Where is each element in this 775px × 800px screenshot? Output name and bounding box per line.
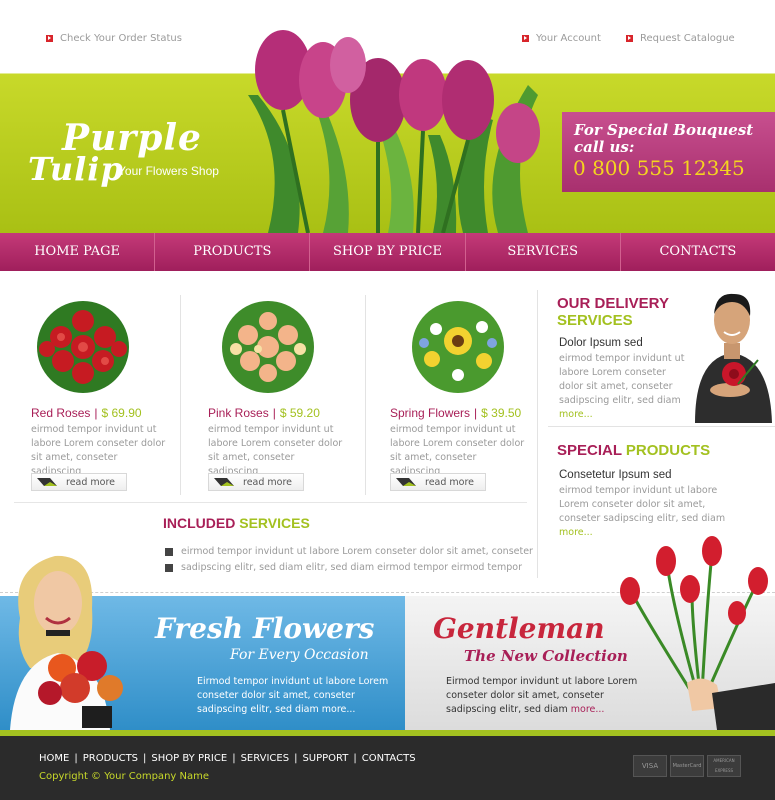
product-price: $ 59.20 [279, 406, 320, 420]
special-more-link[interactable]: more... [559, 527, 593, 538]
product-divider [365, 295, 366, 495]
request-catalogue-label: Request Catalogue [640, 33, 735, 44]
product-description: eirmod tempor invidunt ut labore Lorem c… [31, 424, 166, 477]
read-more-button[interactable]: read more [390, 473, 486, 491]
nav-shop-by-price[interactable]: SHOP BY PRICE [310, 233, 466, 271]
gentleman-more-link[interactable]: more... [571, 704, 605, 715]
delivery-more-link[interactable]: more... [559, 409, 593, 420]
tulip-bouquet-image [248, 30, 540, 233]
fresh-flowers-more-link[interactable]: more... [322, 704, 356, 715]
included-service-text: sadipscing elitr, sed diam elitr, sed di… [181, 562, 523, 573]
fresh-flowers-title: Fresh Flowers [155, 612, 375, 645]
special-heading-part-b: PRODUCTS [625, 442, 711, 459]
product-pink-roses-title[interactable]: Pink Roses | $ 59.20 [208, 406, 320, 420]
tulips-in-hand-image [620, 536, 775, 730]
delivery-description: eirmod tempor invidunt ut labore Lorem c… [559, 352, 691, 422]
footer-link-contacts[interactable]: CONTACTS [362, 753, 416, 764]
product-red-roses-title[interactable]: Red Roses | $ 69.90 [31, 406, 142, 420]
included-service-item: sadipscing elitr, sed diam elitr, sed di… [165, 562, 522, 573]
product-divider [180, 295, 181, 495]
read-more-label: read more [243, 477, 293, 488]
footer-link-products[interactable]: PRODUCTS [83, 753, 138, 764]
footer-link-shop-by-price[interactable]: SHOP BY PRICE [151, 753, 227, 764]
spring-flowers-image[interactable] [408, 299, 508, 395]
nav-home[interactable]: HOME PAGE [0, 233, 156, 271]
gentleman-title: Gentleman [433, 612, 605, 645]
nav-contacts[interactable]: CONTACTS [621, 233, 775, 271]
read-more-arrow-icon [214, 478, 234, 486]
product-name: Red Roses [31, 406, 91, 420]
call-line-1: For Special Bouquest [574, 121, 754, 139]
fresh-flowers-subtitle: For Every Occasion [230, 647, 369, 663]
product-name: Spring Flowers [390, 406, 471, 420]
gentleman-text-body: Eirmod tempor invidunt ut labore Lorem c… [446, 676, 638, 715]
read-more-label: read more [425, 477, 475, 488]
footer-link-support[interactable]: SUPPORT [302, 753, 348, 764]
delivery-description-text: eirmod tempor invidunt ut labore Lorem c… [559, 353, 685, 406]
order-status-label: Check Your Order Status [60, 33, 182, 44]
footer-nav: HOME | PRODUCTS | SHOP BY PRICE | SERVICES |… [39, 753, 416, 764]
section-divider [14, 502, 527, 503]
arrow-bullet-icon [46, 35, 53, 42]
pink-roses-image[interactable] [218, 299, 318, 395]
special-subtitle: Consetetur Ipsum sed [559, 469, 672, 481]
order-status-link[interactable]: Check Your Order Status [46, 33, 182, 44]
footer-link-home[interactable]: HOME [39, 753, 69, 764]
request-catalogue-link[interactable]: Request Catalogue [626, 33, 735, 44]
red-roses-image[interactable] [33, 299, 133, 395]
read-more-arrow-icon [37, 478, 57, 486]
included-service-text: eirmod tempor invidunt ut labore Lorem c… [181, 546, 533, 557]
product-description: eirmod tempor invidunt ut labore Lorem c… [390, 424, 525, 477]
included-service-item: eirmod tempor invidunt ut labore Lorem c… [165, 546, 533, 557]
special-description-text: eirmod tempor invidunt ut labore Lorem c… [559, 485, 726, 524]
delivery-heading-line1: OUR DELIVERY [557, 295, 669, 312]
phone-number: 0 800 555 12345 [573, 156, 745, 180]
bullet-arrow-icon [165, 563, 173, 572]
read-more-arrow-icon [396, 478, 416, 486]
copyright: Copyright © Your Company Name [39, 771, 209, 782]
footer-link-services[interactable]: SERVICES [241, 753, 290, 764]
read-more-button[interactable]: read more [208, 473, 304, 491]
right-column-hdivider [548, 426, 775, 427]
nav-services[interactable]: SERVICES [466, 233, 621, 271]
logo-tagline: Your Flowers Shop [118, 164, 219, 178]
visa-card-icon: VISA [633, 755, 667, 777]
logo-word-tulip: Tulip [28, 150, 124, 188]
delivery-heading-services: SERVICES [557, 312, 633, 329]
product-description: eirmod tempor invidunt ut labore Lorem c… [208, 424, 343, 477]
read-more-button[interactable]: read more [31, 473, 127, 491]
delivery-subtitle: Dolor Ipsum sed [559, 337, 643, 349]
call-line-2: call us: [574, 138, 635, 156]
fresh-flowers-text: Eirmod tempor invidunt ut labore Lorem c… [197, 675, 397, 717]
read-more-label: read more [66, 477, 116, 488]
delivery-heading-line2: SERVICES [557, 312, 633, 329]
bullet-arrow-icon [165, 547, 173, 556]
nav-products[interactable]: PRODUCTS [155, 233, 311, 271]
heading-part-b: SERVICES [239, 515, 310, 531]
heading-part-a: INCLUDED [163, 515, 236, 531]
delivery-man-image [695, 293, 772, 423]
right-column-divider [537, 290, 538, 578]
special-heading-part-a: SPECIAL [557, 442, 622, 459]
product-price: $ 69.90 [101, 406, 142, 420]
arrow-bullet-icon [626, 35, 633, 42]
woman-with-flowers-image [10, 555, 123, 730]
product-spring-flowers-title[interactable]: Spring Flowers | $ 39.50 [390, 406, 521, 420]
special-products-heading: SPECIAL PRODUCTS [557, 442, 710, 459]
gentleman-subtitle: The New Collection [464, 647, 628, 665]
product-name: Pink Roses [208, 406, 269, 420]
main-nav: HOME PAGE PRODUCTS SHOP BY PRICE SERVICE… [0, 233, 775, 271]
product-price: $ 39.50 [481, 406, 522, 420]
mastercard-icon: MasterCard [670, 755, 704, 777]
fresh-flowers-text-body: Eirmod tempor invidunt ut labore Lorem c… [197, 676, 389, 715]
special-description: eirmod tempor invidunt ut labore Lorem c… [559, 484, 749, 540]
included-services-heading: INCLUDED SERVICES [163, 515, 310, 531]
amex-card-icon: AMERICAN EXPRESS [707, 755, 741, 777]
